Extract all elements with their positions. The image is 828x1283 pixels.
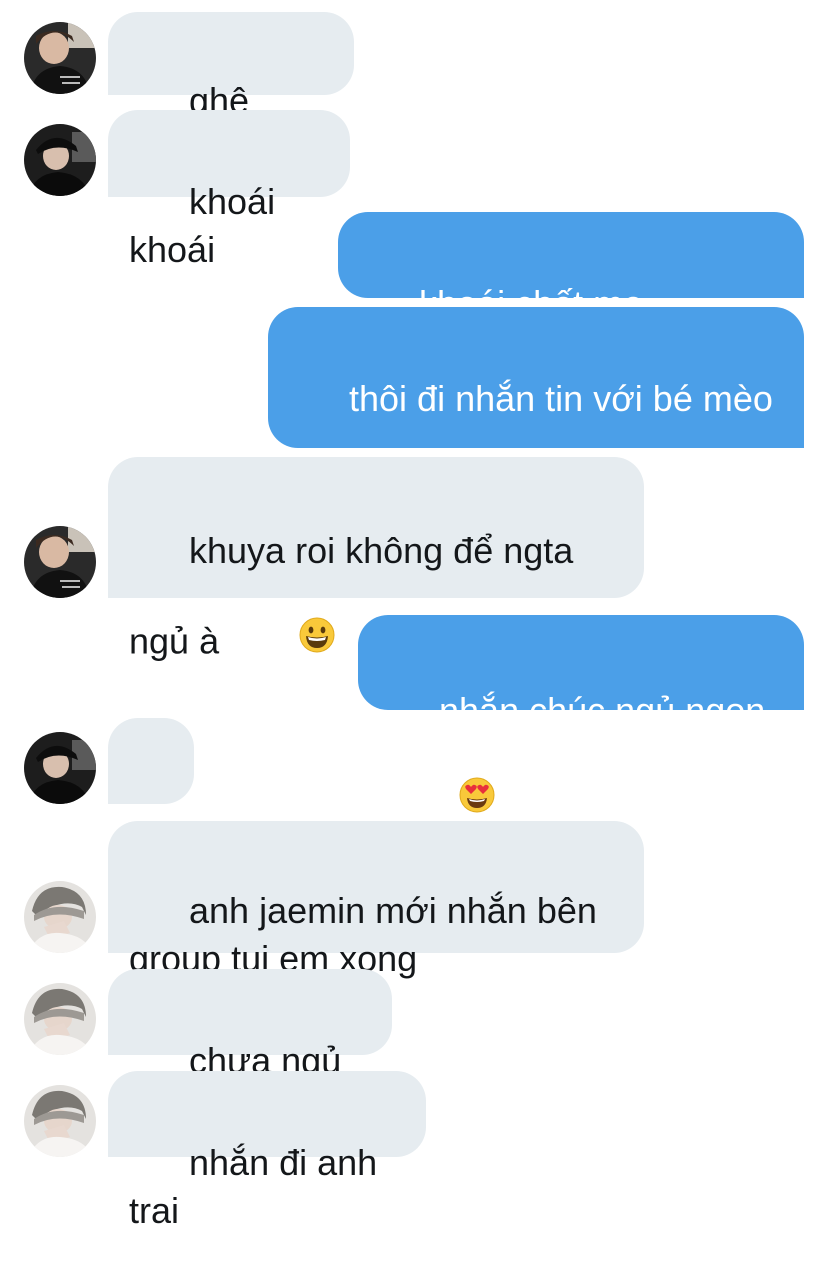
- avatar[interactable]: [24, 983, 96, 1055]
- message-bubble: chưa ngủ đâu: [108, 969, 392, 1129]
- avatar[interactable]: [24, 1085, 96, 1157]
- message-bubble: khuya roi không để ngta ngủ à: [108, 457, 644, 662]
- grinning-face-emoji: [219, 569, 335, 713]
- message-text: anh jaemin mới nhắn bên group tụi em xon…: [129, 890, 597, 979]
- message-bubble: thôi đi nhắn tin với bé mèo: [268, 307, 804, 689]
- message-text: thôi đi nhắn tin với bé mèo: [349, 378, 773, 419]
- message-text: khoái khoái: [129, 181, 286, 270]
- message-bubble: anh jaemin mới nhắn bên group tụi em xon…: [108, 821, 644, 979]
- message-bubble: khoái khoái: [108, 110, 350, 270]
- avatar[interactable]: [24, 22, 96, 94]
- message-bubble: eo: [108, 718, 194, 878]
- message-bubble: nhắn chúc ngủ ngon: [358, 615, 804, 813]
- message-bubble: khoái chết mẹ kakakkas: [338, 212, 804, 372]
- message-text: nhắn đi anh trai: [129, 1142, 388, 1231]
- avatar[interactable]: [24, 732, 96, 804]
- avatar[interactable]: [24, 124, 96, 196]
- avatar[interactable]: [24, 526, 96, 598]
- message-bubble: nhắn đi anh trai: [108, 1071, 426, 1231]
- message-text: nhắn chúc ngủ ngon: [439, 690, 766, 731]
- avatar[interactable]: [24, 881, 96, 953]
- message-bubble: ghê chưa:)): [108, 12, 354, 169]
